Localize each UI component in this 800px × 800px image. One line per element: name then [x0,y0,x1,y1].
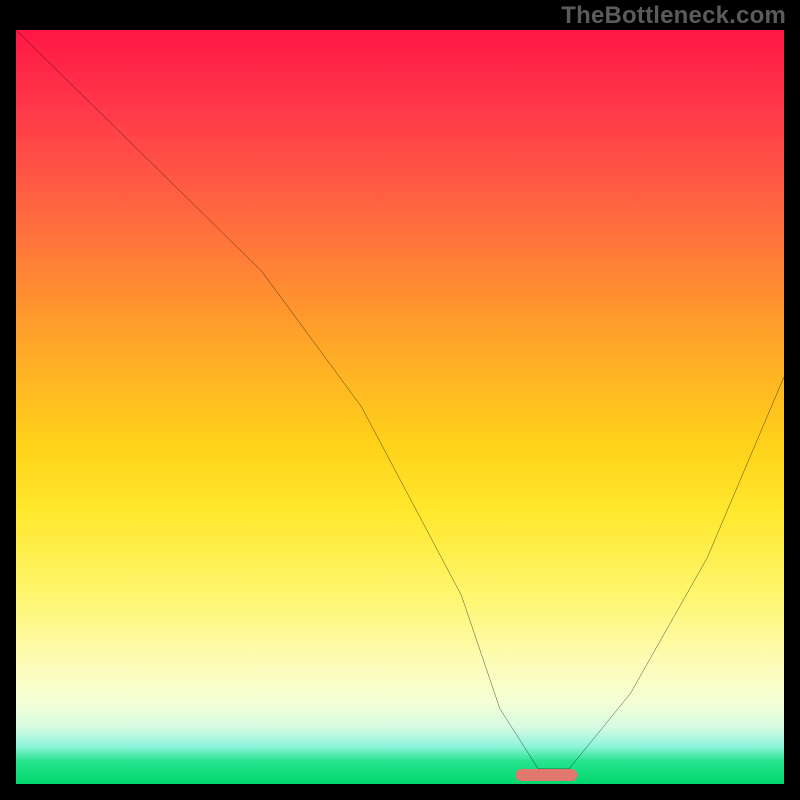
bottleneck-curve [16,30,784,784]
watermark-text: TheBottleneck.com [561,2,786,30]
optimum-marker [515,769,576,781]
chart-frame: TheBottleneck.com [0,0,800,800]
plot-area [16,30,784,784]
